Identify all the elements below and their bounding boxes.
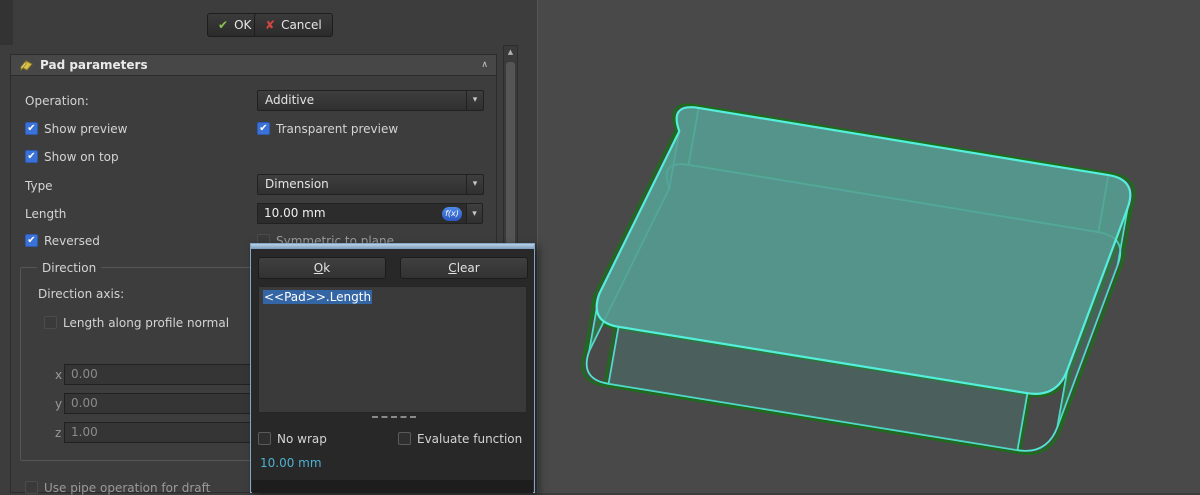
pad-icon (20, 59, 33, 72)
ok-check-icon: ✔ (218, 18, 229, 32)
type-label: Type (25, 179, 53, 193)
dialog-titlebar[interactable] (251, 244, 534, 249)
direction-group-label: Direction (37, 261, 102, 275)
scrollbar-up-icon[interactable]: ▲ (504, 48, 517, 56)
type-combo[interactable]: Dimension ▾ (257, 174, 484, 195)
collapse-chevron-icon[interactable]: ∧ (481, 60, 488, 70)
formula-editor-dialog: Ok Clear <<Pad>>.Length No wrap Evaluate… (250, 243, 535, 493)
cancel-button[interactable]: ✘ Cancel (254, 13, 333, 37)
dialog-clear-button[interactable]: Clear (400, 257, 528, 279)
show-preview-checkbox[interactable]: ✔ (25, 122, 38, 135)
expression-selected-text: <<Pad>>.Length (263, 290, 373, 304)
dialog-ok-rest: k (323, 261, 331, 275)
chevron-down-icon: ▾ (466, 91, 483, 110)
show-on-top-checkbox[interactable]: ✔ (25, 150, 38, 163)
operation-label: Operation: (25, 94, 89, 108)
dialog-clear-accel: C (448, 261, 457, 275)
no-wrap-checkbox[interactable] (258, 432, 271, 445)
panel-title: Pad parameters (40, 58, 148, 72)
operation-combo[interactable]: Additive ▾ (257, 90, 484, 111)
3d-viewport[interactable] (537, 0, 1200, 493)
chevron-down-icon: ▾ (466, 175, 483, 194)
no-wrap-label[interactable]: No wrap (277, 432, 327, 446)
dialog-ok-accel: O (313, 261, 324, 275)
length-spinner[interactable]: ▾ (466, 203, 483, 224)
dialog-splitter-handle[interactable] (372, 416, 416, 418)
chevron-down-icon: ▾ (472, 208, 477, 219)
x-label: x (55, 368, 63, 382)
formula-editor-icon[interactable]: f(x) (442, 207, 462, 221)
length-label: Length (25, 207, 67, 221)
show-on-top-label[interactable]: Show on top (44, 150, 119, 164)
length-along-normal-label: Length along profile normal (63, 316, 230, 330)
reversed-checkbox[interactable]: ✔ (25, 234, 38, 247)
direction-axis-label: Direction axis: (38, 287, 125, 301)
transparent-preview-checkbox[interactable]: ✔ (257, 122, 270, 135)
operation-value: Additive (265, 93, 315, 107)
use-pipe-checkbox (25, 481, 38, 494)
reversed-label[interactable]: Reversed (44, 234, 100, 248)
pad-preview-3d (581, 103, 1136, 455)
dialog-ok-button[interactable]: Ok (258, 257, 386, 279)
pad-parameters-header[interactable]: Pad parameters ∧ (10, 54, 497, 76)
z-value: 1.00 (71, 425, 98, 439)
expression-textarea[interactable]: <<Pad>>.Length (258, 286, 527, 413)
z-label: z (55, 426, 62, 440)
show-preview-label[interactable]: Show preview (44, 122, 128, 136)
expression-result: 10.00 mm (260, 456, 322, 470)
evaluate-function-checkbox[interactable] (398, 432, 411, 445)
length-input[interactable]: 10.00 mm f(x) (257, 203, 467, 224)
length-along-normal-checkbox (44, 316, 57, 329)
dialog-footer-strip (252, 480, 533, 493)
left-edge-strip (0, 0, 13, 45)
evaluate-function-label[interactable]: Evaluate function (417, 432, 522, 446)
y-label: y (55, 397, 63, 411)
x-value: 0.00 (71, 367, 98, 381)
y-value: 0.00 (71, 396, 98, 410)
type-value: Dimension (265, 177, 329, 191)
cancel-button-label: Cancel (281, 18, 322, 32)
dialog-clear-rest: lear (456, 261, 480, 275)
length-value: 10.00 mm (264, 206, 326, 220)
ok-button-label: OK (234, 18, 252, 32)
transparent-preview-label[interactable]: Transparent preview (276, 122, 398, 136)
cancel-cross-icon: ✘ (265, 18, 276, 32)
